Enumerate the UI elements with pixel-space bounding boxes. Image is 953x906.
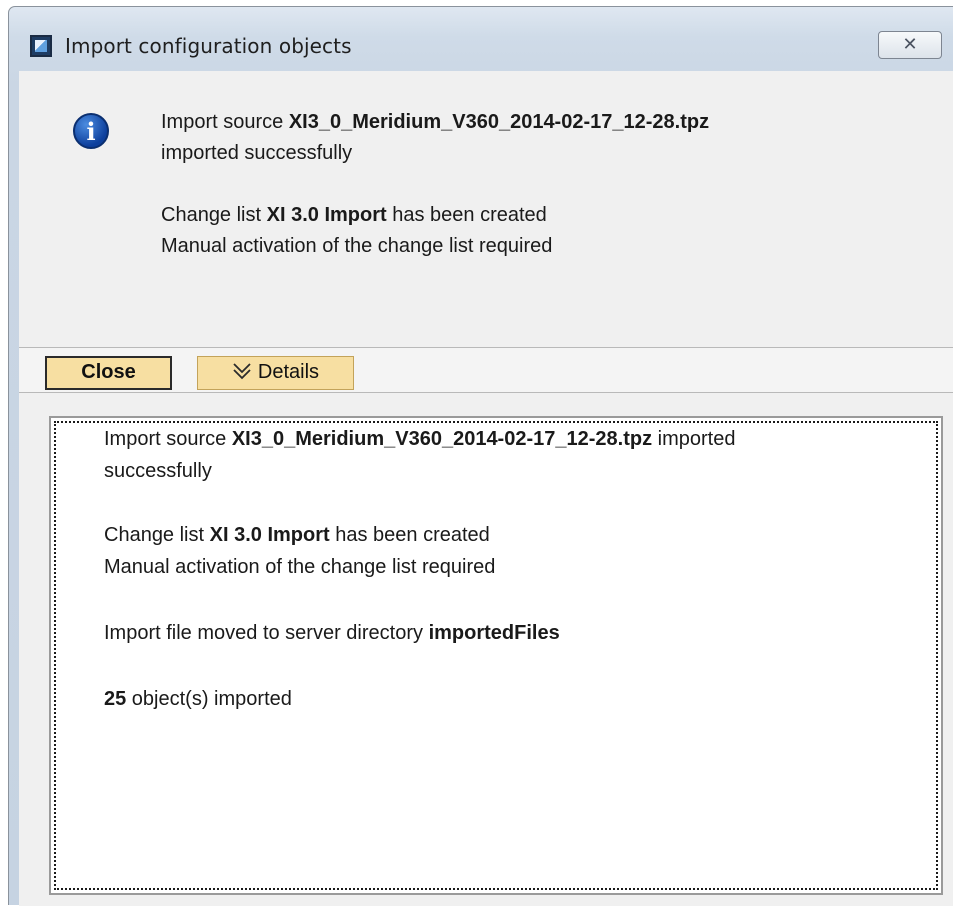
details-imported: imported [652, 428, 736, 450]
details-panel[interactable]: Import source XI3_0_Meridium_V360_2014-0… [49, 416, 943, 895]
details-line-1: Import source XI3_0_Meridium_V360_2014-0… [104, 423, 924, 455]
details-line-5: 25 object(s) imported [104, 683, 924, 715]
change-list-prefix: Change list [161, 204, 267, 226]
close-button[interactable]: Close [45, 356, 172, 390]
message-line-1-cont: imported successfully [161, 142, 353, 164]
source-file-name: XI3_0_Meridium_V360_2014-02-17_12-28.tpz [288, 111, 710, 133]
double-chevron-down-icon [233, 363, 251, 380]
details-directory: importedFiles [428, 622, 560, 644]
details-count-suffix: object(s) imported [126, 688, 292, 710]
details-line-1-wrap: successfully [104, 460, 212, 482]
message-area: i Import source XI3_0_Meridium_V360_2014… [19, 71, 953, 347]
change-list-name: XI 3.0 Import [266, 204, 387, 226]
details-button-label: Details [257, 361, 320, 383]
details-source-file: XI3_0_Meridium_V360_2014-02-17_12-28.tpz [231, 428, 653, 450]
change-list-suffix: has been created [386, 204, 547, 226]
details-text: Import source XI3_0_Meridium_V360_2014-0… [104, 423, 924, 715]
details-dir-prefix: Import file moved to server directory [104, 622, 429, 644]
window-title: Import configuration objects [65, 34, 352, 58]
info-icon: i [73, 113, 109, 149]
dialog-window: Import configuration objects ✕ i Import … [8, 6, 953, 906]
button-bar: Close Details [19, 347, 953, 393]
window-close-button[interactable]: ✕ [878, 31, 942, 59]
details-change-list: XI 3.0 Import [209, 524, 330, 546]
dialog-content: i Import source XI3_0_Meridium_V360_2014… [19, 71, 953, 906]
message-line-2: Change list XI 3.0 Import has been creat… [161, 200, 709, 231]
message-line-1: Import source XI3_0_Meridium_V360_2014-0… [161, 107, 709, 138]
details-line-2: Change list XI 3.0 Import has been creat… [104, 519, 924, 551]
message-text: Import source XI3_0_Meridium_V360_2014-0… [161, 107, 709, 262]
details-button[interactable]: Details [197, 356, 354, 390]
details-prefix: Import source [104, 428, 232, 450]
message-line-3: Manual activation of the change list req… [161, 235, 553, 257]
details-change-suffix: has been created [329, 524, 490, 546]
message-prefix: Import source [161, 111, 289, 133]
details-object-count: 25 [104, 688, 127, 710]
app-window-icon [30, 35, 52, 57]
details-change-prefix: Change list [104, 524, 210, 546]
details-line-3: Manual activation of the change list req… [104, 556, 496, 578]
details-line-4: Import file moved to server directory im… [104, 617, 924, 649]
title-bar[interactable]: Import configuration objects ✕ [9, 7, 953, 71]
